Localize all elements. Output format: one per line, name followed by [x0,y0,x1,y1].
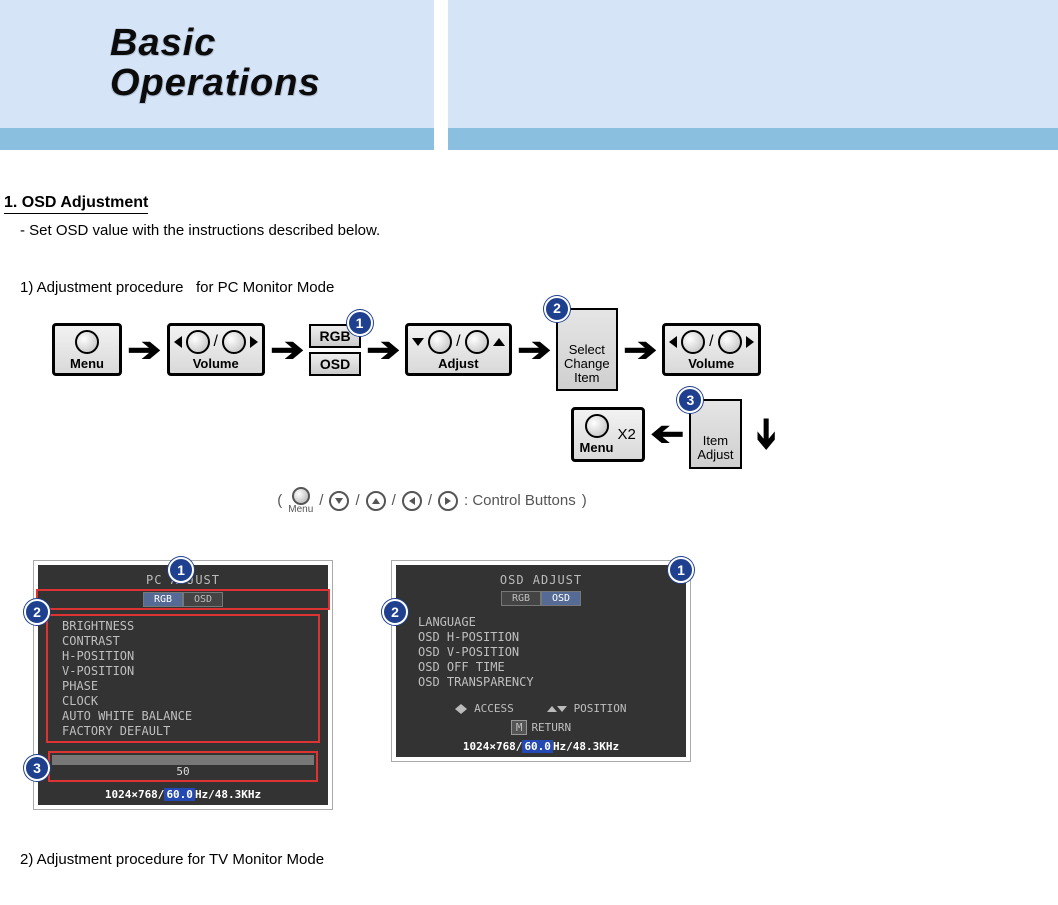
osd-panel-1: PC ADJUST RGB OSD BRIGHTNESS CONTRAST H-… [38,565,328,805]
left-icon [402,491,422,511]
controls-legend: ( Menu / / / / : Control Buttons ) [52,487,812,515]
osd-panels: 1 2 3 PC ADJUST RGB OSD BRIGHTNESS CONTR… [38,565,1054,805]
title-line-2: Operations [110,64,321,104]
osd1-item: V-POSITION [62,664,304,678]
subsection-1-title: 1) Adjustment procedure for PC Monitor M… [20,279,1054,296]
volume-button-icon: / Volume [167,323,265,376]
header-left: Basic Operations [0,0,434,128]
triangle-left-icon [174,336,182,348]
osd2-access: ACCESS [474,702,514,715]
triangle-down-icon [557,706,567,712]
header-right [434,0,1058,128]
volume-label-2: Volume [688,356,734,371]
osd-panel-1-wrapper: 1 2 3 PC ADJUST RGB OSD BRIGHTNESS CONTR… [38,565,328,805]
flow-row-1: Menu ➔ / Volume ➔ 1 RGB OSD ➔ / Adjust ➔… [52,308,1054,391]
subsection-1-label: 1) Adjustment procedure [20,279,183,296]
subsection-1-mode: for PC Monitor Mode [196,279,334,296]
select-label: Select Change Item [564,342,610,386]
up-icon [366,491,386,511]
osd2-return: MRETURN [396,721,686,734]
triangle-up-icon [493,338,505,346]
osd-tab: OSD [309,352,360,376]
osd2-item: OSD V-POSITION [418,645,664,659]
flow-diagram: Menu ➔ / Volume ➔ 1 RGB OSD ➔ / Adjust ➔… [52,308,1054,515]
adjust-button-icon: / Adjust [405,323,511,376]
osd1-item: PHASE [62,679,304,693]
badge-1c: 1 [668,557,694,583]
osd1-footer: 1024×768/60.0Hz/48.3KHz [38,788,328,801]
circle-icon [75,330,99,354]
menu-label: Menu [70,356,104,371]
select-change-item-box: 2 Select Change Item [556,308,618,391]
osd2-position: POSITION [574,702,627,715]
triangle-up-icon [547,706,557,712]
section-1-title: 1. OSD Adjustment [4,194,148,214]
adjust-label: Adjust [438,356,478,371]
osd1-item: CLOCK [62,694,304,708]
page-title: Basic Operations [110,24,321,104]
volume-button-icon-2: / Volume [662,323,760,376]
badge-3b: 3 [24,755,50,781]
arrow-right-icon: ➔ [517,330,551,370]
osd1-item: AUTO WHITE BALANCE [62,709,304,723]
osd2-item: LANGUAGE [418,615,664,629]
triangle-right-icon [250,336,258,348]
osd1-slider: 50 [48,751,318,782]
osd2-tab-osd: OSD [541,591,581,606]
arrow-right-icon: ➔ [623,330,657,370]
osd2-tabs: RGB OSD [396,591,686,606]
section-1-desc: - Set OSD value with the instructions de… [20,222,1054,239]
flow-row-2: Menu X2 ➔ 3 Item Adjust ➔ [100,399,780,468]
triangle-down-icon [412,338,424,346]
badge-1b: 1 [168,557,194,583]
down-icon [329,491,349,511]
arrow-down-icon: ➔ [746,417,786,451]
osd1-item: FACTORY DEFAULT [62,724,304,738]
osd2-footer: 1024×768/60.0Hz/48.3KHz [396,740,686,753]
osd1-item: H-POSITION [62,649,304,663]
osd1-slider-value: 50 [52,765,314,778]
osd1-tabs: RGB OSD [38,591,328,608]
osd1-tab-rgb: RGB [143,592,183,607]
menu-button-icon: Menu [52,323,122,376]
x2-label: X2 [618,426,636,443]
osd1-item: BRIGHTNESS [62,619,304,633]
triangle-right-icon [461,704,467,714]
volume-label: Volume [193,356,239,371]
badge-1: 1 [347,310,373,336]
menu-x2-label: Menu [580,440,614,455]
osd2-nav: ACCESS POSITION [396,702,686,715]
content: 1. OSD Adjustment - Set OSD value with t… [0,150,1058,900]
title-line-1: Basic [110,24,321,64]
menu-x2-box: Menu X2 [571,407,645,462]
menu-icon: Menu [288,487,313,515]
osd1-item: CONTRAST [62,634,304,648]
arrow-right-icon: ➔ [366,330,400,370]
osd-panel-2: OSD ADJUST RGB OSD LANGUAGE OSD H-POSITI… [396,565,686,757]
badge-2b: 2 [24,599,50,625]
item-adjust-box: 3 Item Adjust [689,399,741,468]
right-icon [438,491,458,511]
osd2-item: OSD H-POSITION [418,630,664,644]
osd1-list: BRIGHTNESS CONTRAST H-POSITION V-POSITIO… [46,614,320,743]
legend-text: : Control Buttons [464,492,576,509]
osd2-item: OSD OFF TIME [418,660,664,674]
subheader-bar [0,128,1058,150]
badge-2c: 2 [382,599,408,625]
arrow-left-icon: ➔ [650,414,684,454]
badge-2: 2 [544,296,570,322]
osd1-tab-osd: OSD [183,592,223,607]
osd-panel-2-wrapper: 1 2 OSD ADJUST RGB OSD LANGUAGE OSD H-PO… [396,565,686,805]
arrow-right-icon: ➔ [127,330,161,370]
arrow-right-icon: ➔ [270,330,304,370]
item-adjust-label: Item Adjust [697,433,733,462]
osd2-tab-rgb: RGB [501,591,541,606]
osd2-item: OSD TRANSPARENCY [418,675,664,689]
badge-3: 3 [677,387,703,413]
rgb-osd-stack: 1 RGB OSD [309,324,360,376]
subsection-2-title: 2) Adjustment procedure for TV Monitor M… [20,851,1054,868]
osd2-title: OSD ADJUST [396,573,686,587]
osd2-list: LANGUAGE OSD H-POSITION OSD V-POSITION O… [404,612,678,692]
page-header: Basic Operations [0,0,1058,128]
